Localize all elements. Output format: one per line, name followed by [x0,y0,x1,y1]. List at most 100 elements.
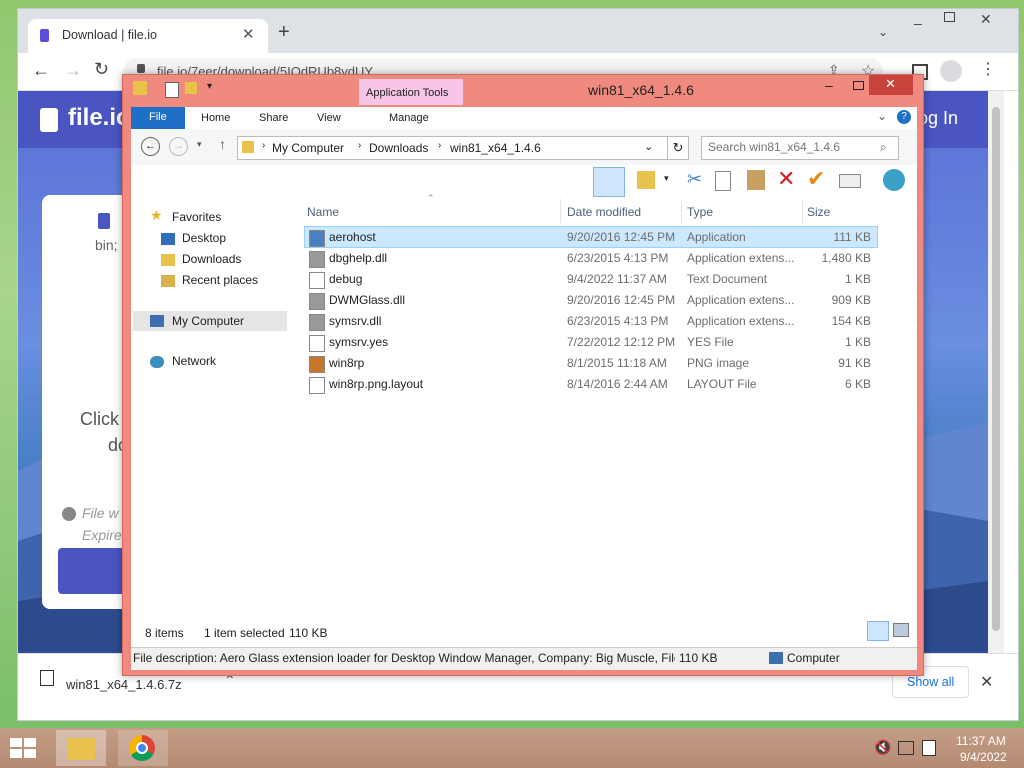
file-row[interactable]: win8rp.png.layout 8/14/2016 2:44 AM LAYOUT… [305,374,877,394]
explorer-titlebar[interactable]: ▾ Application Tools win81_x64_1.4.6 ‒ ✕ [123,75,923,105]
move-to-dropdown-icon[interactable]: ▾ [664,173,669,184]
column-date[interactable]: Date modified [567,205,641,219]
back-icon[interactable]: ← [32,60,50,81]
breadcrumb-sep: › [438,140,442,151]
file-row[interactable]: aerohost 9/20/2016 12:45 PM Application 111… [304,226,878,248]
address-dropdown-icon[interactable]: ⌄ [644,140,653,153]
nav-downloads[interactable]: Downloads [182,252,241,266]
page-scrollbar[interactable] [988,91,1004,653]
details-view-icon[interactable] [867,621,889,641]
ex-maximize-icon[interactable] [853,81,864,90]
file-name: win8rp [329,356,365,370]
file-row[interactable]: win8rp 8/1/2015 11:18 AM PNG image 91 KB [305,353,877,373]
selected-count: 1 item selected [204,626,285,640]
file-row[interactable]: symsrv.dll 6/23/2015 4:13 PM Application e… [305,311,877,331]
minimize-icon[interactable]: ‒ [914,15,922,31]
nav-recent[interactable]: Recent places [182,273,258,287]
rename-check-icon[interactable]: ✔ [807,166,825,192]
application-tools-label: Application Tools [366,87,449,99]
taskbar-chrome[interactable] [118,730,168,766]
reload-icon[interactable]: ↻ [94,59,109,80]
nav-back-icon[interactable]: ← [141,137,160,156]
action-center-icon[interactable] [922,740,936,756]
card-expire-text: Expire [82,527,122,543]
file-name: symsrv.dll [329,314,382,328]
clock-time[interactable]: 11:37 AM [956,734,1006,748]
new-tab-icon[interactable]: + [278,22,290,42]
new-folder-quick-icon[interactable] [185,82,197,94]
ribbon-expand-icon[interactable]: ⌄ [877,109,887,123]
search-icon: ⌕ [880,140,887,154]
column-size[interactable]: Size [807,205,830,219]
tab-close-icon[interactable]: ✕ [242,25,255,43]
folder-icon [133,81,147,95]
file-date: 8/14/2016 2:44 AM [567,377,668,391]
help-icon[interactable]: ? [897,110,911,124]
search-input[interactable] [706,139,876,155]
file-description: File description: Aero Glass extension l… [133,651,675,665]
tab-search-icon[interactable]: ⌄ [878,25,888,39]
tab-share[interactable]: Share [259,112,288,124]
close-icon[interactable]: ✕ [980,11,992,28]
paste-icon[interactable] [747,170,765,190]
file-icon [98,213,110,229]
nav-desktop[interactable]: Desktop [182,231,226,245]
scroll-thumb[interactable] [992,107,1000,631]
tab-home[interactable]: Home [201,112,230,124]
profile-avatar[interactable] [940,60,962,82]
column-type[interactable]: Type [687,205,713,219]
column-name[interactable]: Name [307,205,339,219]
properties-quick-icon[interactable] [165,82,179,98]
large-icons-view-icon[interactable] [893,623,909,637]
search-box[interactable]: ⌕ [701,136,899,160]
tab-manage[interactable]: Manage [389,112,429,124]
file-row[interactable]: debug 9/4/2022 11:37 AM Text Document 1 KB [305,269,877,289]
volume-muted-icon[interactable]: 🔇 [874,739,891,756]
delete-icon[interactable]: ✕ [777,166,795,192]
refresh-icon[interactable]: ↻ [667,136,689,160]
details-bar: File description: Aero Glass extension l… [131,647,917,670]
quick-access-dropdown-icon[interactable]: ▾ [207,81,212,92]
crumb-downloads[interactable]: Downloads [369,141,428,155]
crumb-my-computer[interactable]: My Computer [272,141,344,155]
cut-icon[interactable]: ✂ [687,169,702,190]
preview-pane-icon[interactable] [593,167,625,197]
file-row[interactable]: symsrv.yes 7/22/2012 12:12 PM YES File 1 KB [305,332,877,352]
crumb-current[interactable]: win81_x64_1.4.6 [450,141,541,155]
ex-close-button[interactable]: ✕ [869,75,913,95]
tab-view[interactable]: View [317,112,341,124]
nav-network[interactable]: Network [172,354,216,368]
file-row[interactable]: DWMGlass.dll 9/20/2016 12:45 PM Applicatio… [305,290,877,310]
download-bar-close-icon[interactable]: ✕ [980,672,993,692]
maximize-icon[interactable] [944,12,955,22]
nav-my-computer[interactable]: My Computer [133,311,287,331]
file-row[interactable]: dbghelp.dll 6/23/2015 4:13 PM Application … [305,248,877,268]
up-folder-icon[interactable]: ↑ [219,136,226,152]
start-button[interactable] [10,738,38,758]
download-item-name[interactable]: win81_x64_1.4.6.7z [66,677,182,692]
ex-minimize-icon[interactable]: ‒ [825,77,833,93]
properties-icon[interactable] [839,174,861,188]
file-date: 9/4/2022 11:37 AM [567,272,667,286]
card-filename: bin; [95,237,118,253]
taskbar: 🔇 11:37 AM 9/4/2022 [0,728,1024,768]
chrome-tab-bar: Download | file.io ✕ + ⌄ ‒ ✕ [18,9,1018,53]
move-to-icon[interactable] [637,171,655,189]
clock-date[interactable]: 9/4/2022 [960,750,1007,764]
tab-file-label[interactable]: File [149,111,167,123]
address-breadcrumb[interactable]: › My Computer › Downloads › win81_x64_1.… [237,136,671,160]
file-name: debug [329,272,363,286]
network-status-icon[interactable] [898,741,914,755]
fileio-logo-icon [40,108,58,132]
details-computer-icon [769,652,783,664]
network-globe-icon[interactable] [883,169,905,191]
nav-favorites[interactable]: Favorites [172,210,221,224]
chrome-tab[interactable]: Download | file.io ✕ [28,19,268,53]
menu-kebab-icon[interactable]: ⋮ [980,59,996,79]
forward-icon[interactable]: → [64,60,82,81]
nav-forward-icon[interactable]: → [169,137,188,156]
recent-locations-icon[interactable]: ▾ [197,139,202,150]
copy-icon[interactable] [715,171,731,191]
taskbar-file-explorer[interactable] [56,730,106,766]
file-type: Text Document [687,272,768,286]
